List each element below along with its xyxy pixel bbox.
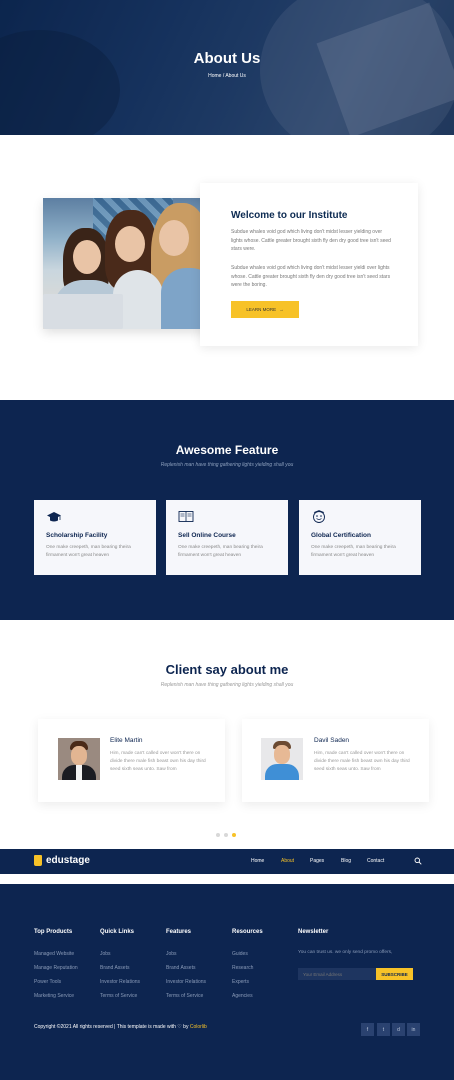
footer-link[interactable]: Jobs: [100, 951, 111, 957]
online-course-icon: [178, 511, 194, 522]
footer-link[interactable]: Investor Relations: [100, 979, 140, 985]
linkedin-icon[interactable]: in: [407, 1023, 420, 1036]
nav-item-home[interactable]: Home: [251, 858, 264, 864]
footer-link[interactable]: Experts: [232, 979, 249, 985]
testimonial-card: Davil Saden Him, made can't called over …: [242, 719, 429, 802]
hero-banner: [0, 0, 454, 135]
carousel-dot[interactable]: [224, 833, 228, 837]
footer-column-title: Quick Links: [100, 929, 135, 935]
feature-text: One make creepeth, man bearing theira fi…: [311, 545, 396, 558]
testimonial-text: Him, made can't called over won't there …: [110, 751, 206, 772]
newsletter-title: Newsletter: [298, 929, 329, 935]
learn-more-button[interactable]: LEARN MORE →: [231, 301, 299, 318]
feature-card-certification[interactable]: Global Certification One make creepeth, …: [299, 500, 421, 575]
arrow-right-icon: →: [279, 307, 284, 312]
nav-item-pages[interactable]: Pages: [310, 858, 324, 864]
avatar: [261, 738, 303, 780]
nav-item-contact[interactable]: Contact: [367, 858, 384, 864]
carousel-dot[interactable]: [216, 833, 220, 837]
features-title: Awesome Feature: [175, 443, 279, 457]
footer-link[interactable]: Guides: [232, 951, 248, 957]
feature-title: Scholarship Facility: [46, 532, 108, 539]
dribbble-icon[interactable]: d: [392, 1023, 405, 1036]
page-title: About Us: [193, 50, 261, 67]
about-image: [43, 198, 216, 329]
footer-link[interactable]: Research: [232, 965, 253, 971]
subscribe-button[interactable]: SUBSCRIBE: [376, 968, 413, 980]
footer-link[interactable]: Marketing Service: [34, 993, 74, 999]
twitter-icon[interactable]: t: [377, 1023, 390, 1036]
testimonial-card: Elite Martin Him, made can't called over…: [38, 719, 225, 802]
carousel-dots: [216, 833, 236, 837]
feature-text: One make creepeth, man bearing theira fi…: [178, 545, 263, 558]
search-icon[interactable]: [414, 857, 422, 865]
newsletter-email-input[interactable]: [298, 968, 376, 980]
feature-card-online-course[interactable]: Sell Online Course One make creepeth, ma…: [166, 500, 288, 575]
footer-column-title: Features: [166, 929, 192, 935]
about-heading: Welcome to our Institute: [231, 210, 348, 221]
testimonials-title: Client say about me: [165, 662, 289, 677]
footer-link[interactable]: Brand Assets: [100, 965, 129, 971]
newsletter-text: You can trust us. we only send promo off…: [298, 950, 393, 955]
footer-link[interactable]: Terms of Service: [100, 993, 137, 999]
nav-item-about[interactable]: About: [281, 858, 294, 864]
footer-link[interactable]: Manage Reputation: [34, 965, 78, 971]
features-subtitle: Replenish man have thing gathering light…: [160, 462, 294, 468]
feature-title: Global Certification: [311, 532, 371, 539]
breadcrumb: Home / About Us: [208, 73, 246, 79]
footer-link[interactable]: Brand Assets: [166, 965, 195, 971]
footer-link[interactable]: Jobs: [166, 951, 177, 957]
feature-text: One make creepeth, man bearing theira fi…: [46, 545, 131, 558]
footer-link[interactable]: Agencies: [232, 993, 253, 999]
carousel-dot-active[interactable]: [232, 833, 236, 837]
facebook-icon[interactable]: f: [361, 1023, 374, 1036]
footer-link[interactable]: Managed Website: [34, 951, 74, 957]
copyright: Copyright ©2021 All rights reserved | Th…: [34, 1024, 207, 1030]
avatar: [58, 738, 100, 780]
heart-icon: ♡: [177, 1024, 182, 1030]
testimonial-name: Davil Saden: [314, 737, 350, 744]
colorlib-link[interactable]: Colorlib: [190, 1024, 207, 1030]
footer-link[interactable]: Investor Relations: [166, 979, 206, 985]
about-paragraph-2: Subdue whales void god which living don'…: [231, 265, 391, 288]
testimonial-text: Him, made can't called over won't there …: [314, 751, 410, 772]
feature-card-scholarship[interactable]: Scholarship Facility One make creepeth, …: [34, 500, 156, 575]
testimonials-subtitle: Replenish man have thing gathering light…: [160, 682, 294, 688]
about-paragraph-1: Subdue whales void god which living don'…: [231, 229, 391, 252]
graduation-cap-icon: [47, 512, 61, 522]
nav-item-blog[interactable]: Blog: [341, 858, 351, 864]
testimonial-name: Elite Martin: [110, 737, 143, 744]
footer-column-title: Resources: [232, 929, 263, 935]
footer: [0, 884, 454, 1080]
learn-more-label: LEARN MORE: [246, 307, 277, 312]
brand-logo[interactable]: edustage: [34, 855, 90, 866]
copyright-by: by: [183, 1024, 189, 1030]
footer-link[interactable]: Terms of Service: [166, 993, 203, 999]
brand-name: edustage: [46, 855, 90, 866]
logo-icon: [34, 855, 42, 866]
copyright-text: Copyright ©2021 All rights reserved | Th…: [34, 1024, 176, 1030]
footer-link[interactable]: Power Tools: [34, 979, 61, 985]
certificate-icon: [313, 510, 325, 523]
footer-column-title: Top Products: [34, 929, 73, 935]
feature-title: Sell Online Course: [178, 532, 236, 539]
